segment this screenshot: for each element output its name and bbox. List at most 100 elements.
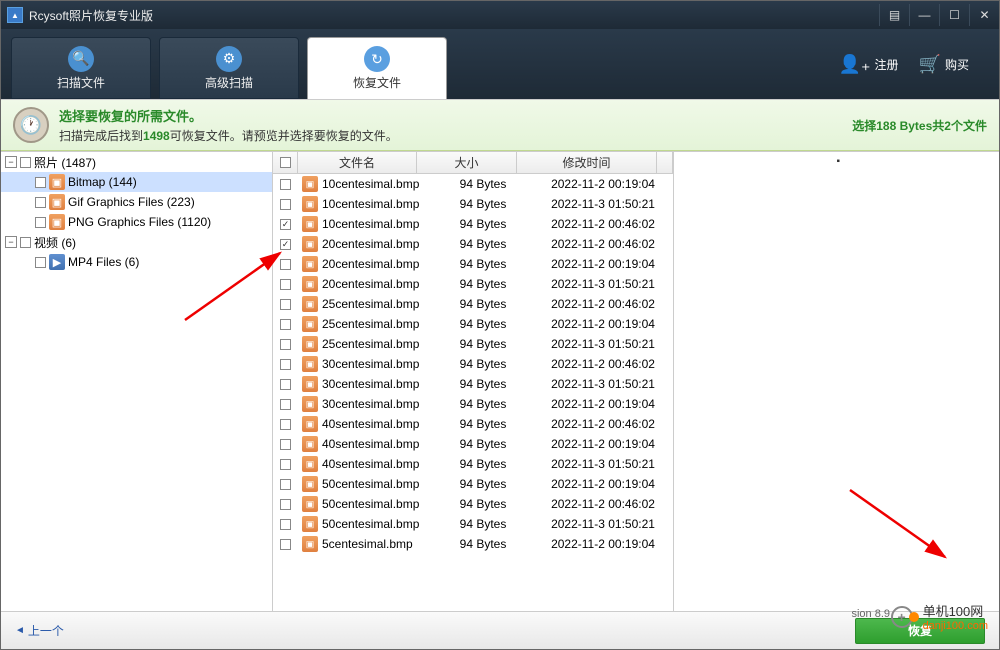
row-checkbox[interactable] <box>280 319 291 330</box>
maximize-button[interactable]: ☐ <box>939 4 969 26</box>
tab-advanced-scan[interactable]: ⚙ 高级扫描 <box>159 37 299 99</box>
file-date: 2022-11-3 01:50:21 <box>533 277 673 291</box>
row-checkbox[interactable] <box>280 519 291 530</box>
preview-panel: ▪ <box>674 152 999 611</box>
file-name: 50centesimal.bmp <box>322 517 419 531</box>
table-row[interactable]: ▣50centesimal.bmp94 Bytes2022-11-2 00:46… <box>273 494 673 514</box>
table-row[interactable]: ▣20centesimal.bmp94 Bytes2022-11-2 00:19… <box>273 254 673 274</box>
image-file-icon: ▣ <box>302 436 318 452</box>
video-file-icon: ▶ <box>49 254 65 270</box>
tree-checkbox[interactable] <box>20 157 31 168</box>
image-file-icon: ▣ <box>302 216 318 232</box>
table-row[interactable]: ▣50centesimal.bmp94 Bytes2022-11-3 01:50… <box>273 514 673 534</box>
table-row[interactable]: ▣30centesimal.bmp94 Bytes2022-11-2 00:46… <box>273 354 673 374</box>
file-size: 94 Bytes <box>433 317 533 331</box>
row-checkbox[interactable] <box>280 439 291 450</box>
header-checkbox-cell <box>273 152 298 173</box>
back-button[interactable]: 上一个 <box>15 622 64 639</box>
table-row[interactable]: ▣25centesimal.bmp94 Bytes2022-11-2 00:46… <box>273 294 673 314</box>
tab-scan-files[interactable]: 🔍 扫描文件 <box>11 37 151 99</box>
row-checkbox[interactable] <box>280 279 291 290</box>
main-content: − 照片 (1487) ▣ Bitmap (144) ▣ Gif Graphic… <box>1 151 999 611</box>
tree-checkbox[interactable] <box>35 217 46 228</box>
minimize-button[interactable]: — <box>909 4 939 26</box>
column-header-size[interactable]: 大小 <box>417 152 517 173</box>
table-row[interactable]: ▣40sentesimal.bmp94 Bytes2022-11-3 01:50… <box>273 454 673 474</box>
tab-recover-files[interactable]: ↻ 恢复文件 <box>307 37 447 99</box>
row-checkbox[interactable] <box>280 419 291 430</box>
file-name: 25centesimal.bmp <box>322 317 419 331</box>
row-checkbox[interactable] <box>280 219 291 230</box>
table-row[interactable]: ▣30centesimal.bmp94 Bytes2022-11-3 01:50… <box>273 374 673 394</box>
table-row[interactable]: ▣20centesimal.bmp94 Bytes2022-11-3 01:50… <box>273 274 673 294</box>
tree-label: Gif Graphics Files (223) <box>68 195 195 209</box>
table-row[interactable]: ▣50centesimal.bmp94 Bytes2022-11-2 00:19… <box>273 474 673 494</box>
image-file-icon: ▣ <box>302 316 318 332</box>
table-row[interactable]: ▣10centesimal.bmp94 Bytes2022-11-3 01:50… <box>273 194 673 214</box>
file-size: 94 Bytes <box>433 357 533 371</box>
tree-item-bitmap[interactable]: ▣ Bitmap (144) <box>1 172 272 192</box>
selection-summary: 选择188 Bytes共2个文件 <box>852 117 987 134</box>
tree-checkbox[interactable] <box>35 177 46 188</box>
table-row[interactable]: ▣20centesimal.bmp94 Bytes2022-11-2 00:46… <box>273 234 673 254</box>
row-checkbox[interactable] <box>280 339 291 350</box>
file-list[interactable]: ▣10centesimal.bmp94 Bytes2022-11-2 00:19… <box>273 174 673 611</box>
file-name: 50centesimal.bmp <box>322 477 419 491</box>
tree-checkbox[interactable] <box>35 197 46 208</box>
table-row[interactable]: ▣30centesimal.bmp94 Bytes2022-11-2 00:19… <box>273 394 673 414</box>
row-checkbox[interactable] <box>280 399 291 410</box>
table-row[interactable]: ▣40sentesimal.bmp94 Bytes2022-11-2 00:19… <box>273 434 673 454</box>
table-row[interactable]: ▣10centesimal.bmp94 Bytes2022-11-2 00:46… <box>273 214 673 234</box>
row-checkbox[interactable] <box>280 259 291 270</box>
window-title: Rcysoft照片恢复专业版 <box>29 7 879 24</box>
tree-checkbox[interactable] <box>20 237 31 248</box>
image-file-icon: ▣ <box>302 476 318 492</box>
tree-item-png[interactable]: ▣ PNG Graphics Files (1120) <box>1 212 272 232</box>
table-row[interactable]: ▣5centesimal.bmp94 Bytes2022-11-2 00:19:… <box>273 534 673 554</box>
collapse-icon[interactable]: − <box>5 236 17 248</box>
file-size: 94 Bytes <box>433 537 533 551</box>
tab-label: 高级扫描 <box>205 74 253 91</box>
row-checkbox[interactable] <box>280 479 291 490</box>
table-row[interactable]: ▣40sentesimal.bmp94 Bytes2022-11-2 00:46… <box>273 414 673 434</box>
image-file-icon: ▣ <box>302 496 318 512</box>
file-size: 94 Bytes <box>433 217 533 231</box>
select-all-checkbox[interactable] <box>280 157 291 168</box>
menu-icon[interactable]: ▤ <box>879 4 909 26</box>
row-checkbox[interactable] <box>280 359 291 370</box>
row-checkbox[interactable] <box>280 459 291 470</box>
tree-item-photos[interactable]: − 照片 (1487) <box>1 152 272 172</box>
row-checkbox[interactable] <box>280 379 291 390</box>
register-link[interactable]: 👤₊ 注册 <box>839 54 899 75</box>
image-file-icon: ▣ <box>302 236 318 252</box>
file-name: 30centesimal.bmp <box>322 397 419 411</box>
tree-label: 视频 (6) <box>34 234 76 251</box>
file-name: 10centesimal.bmp <box>322 177 419 191</box>
row-checkbox[interactable] <box>280 239 291 250</box>
tree-item-gif[interactable]: ▣ Gif Graphics Files (223) <box>1 192 272 212</box>
row-checkbox[interactable] <box>280 199 291 210</box>
table-row[interactable]: ▣25centesimal.bmp94 Bytes2022-11-3 01:50… <box>273 334 673 354</box>
file-size: 94 Bytes <box>433 437 533 451</box>
file-size: 94 Bytes <box>433 237 533 251</box>
tree-item-videos[interactable]: − 视频 (6) <box>1 232 272 252</box>
table-row[interactable]: ▣10centesimal.bmp94 Bytes2022-11-2 00:19… <box>273 174 673 194</box>
file-name: 40sentesimal.bmp <box>322 417 419 431</box>
file-date: 2022-11-2 00:46:02 <box>533 357 673 371</box>
buy-link[interactable]: 🛒 购买 <box>919 54 969 75</box>
collapse-icon[interactable]: − <box>5 156 17 168</box>
table-row[interactable]: ▣25centesimal.bmp94 Bytes2022-11-2 00:19… <box>273 314 673 334</box>
tree-checkbox[interactable] <box>35 257 46 268</box>
tree-item-mp4[interactable]: ▶ MP4 Files (6) <box>1 252 272 272</box>
close-button[interactable]: ✕ <box>969 4 999 26</box>
grid-header: 文件名 大小 修改时间 <box>273 152 673 174</box>
column-header-date[interactable]: 修改时间 <box>517 152 657 173</box>
row-checkbox[interactable] <box>280 179 291 190</box>
info-bar: 🕐 选择要恢复的所需文件。 扫描完成后找到1498可恢复文件。请预览并选择要恢复… <box>1 99 999 151</box>
row-checkbox[interactable] <box>280 299 291 310</box>
row-checkbox[interactable] <box>280 499 291 510</box>
file-date: 2022-11-2 00:46:02 <box>533 497 673 511</box>
column-header-name[interactable]: 文件名 <box>298 152 417 173</box>
row-checkbox[interactable] <box>280 539 291 550</box>
file-date: 2022-11-3 01:50:21 <box>533 517 673 531</box>
